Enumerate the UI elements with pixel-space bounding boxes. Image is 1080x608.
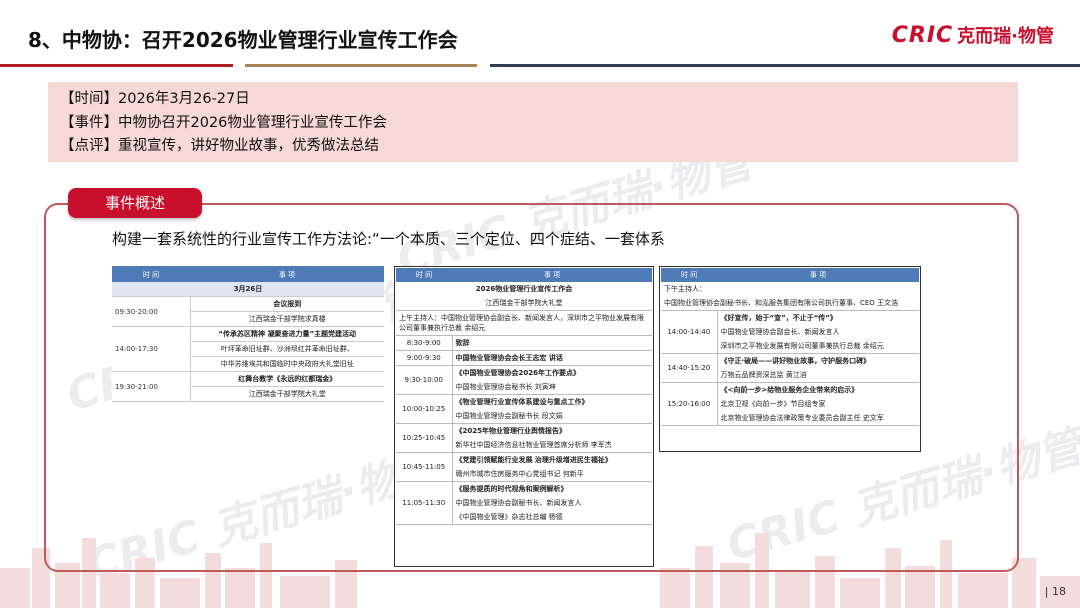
row-sub: 新华社中国经济信息社物业管理首席分析师 李军杰 (452, 438, 652, 453)
row-sub: 深圳市之平物业发展有限公司董事兼执行总裁 余绍元 (717, 339, 919, 354)
row-time: 14:00-17:30 (112, 326, 191, 372)
row-sub: 北京卫视《向前一步》节目组专家 (720, 400, 826, 408)
row-sub: 中国物业管理协会副秘书长、新闻发言人 (455, 499, 582, 507)
row-time: 14:00-14:40 (661, 310, 718, 354)
schedule-table-day1: 时 间 事 项 3月26日 09:30-20:00 会议报到 江西瑞金干部学院求… (112, 266, 384, 402)
col-time-header: 时 间 (396, 268, 452, 282)
row-time: 9:30-10:00 (396, 365, 453, 395)
date-row: 3月26日 (112, 282, 384, 297)
schedule-table-conference-morning: 时 间 事 项 2026物业管理行业宣传工作会 江西瑞金干部学院大礼堂 上午主持… (396, 268, 652, 525)
row-sub: 中国物业管理协会副会长、新闻发言人 (720, 328, 840, 336)
cric-logo: CRIC 克而瑞·物管 (892, 22, 1054, 48)
summary-time: 【时间】2026年3月26-27日 (60, 91, 250, 107)
table-row: 15:20-16:00 《<向前一步>给物业服务企业带来的启示》 (661, 382, 919, 426)
row-title: 《好宣传，始于“宣”，不止于“传”》 (720, 314, 837, 322)
row-time: 9:00-9:30 (396, 350, 453, 366)
conference-venue: 江西瑞金干部学院大礼堂 (396, 296, 652, 311)
row-time: 09:30-20:00 (112, 296, 191, 327)
summary-comment: 【点评】重视宣传，讲好物业故事，优秀做法总结 (60, 138, 379, 154)
col-time-header: 时 间 (112, 267, 190, 282)
schedule-table-conference-afternoon: 时 间 事 项 下午主持人： 中国物业管理协会副秘书长、和泓服务集团有限公司执行… (661, 268, 919, 426)
row-title: 红舞台教学《永远的红都瑞金》 (190, 371, 384, 387)
row-time: 10:00-10:25 (396, 394, 453, 424)
summary-box: 【时间】2026年3月26-27日 【事件】中物协召开2026物业管理行业宣传工… (48, 82, 1018, 162)
afternoon-host: 中国物业管理协会副秘书长、和泓服务集团有限公司执行董事、CEO 王文浩 (661, 296, 919, 311)
row-time: 19:30-21:00 (112, 371, 191, 402)
row-sub: 中国物业管理协会秘书长 刘寅坤 (452, 380, 652, 395)
row-title: 《中国物业管理协会2026年工作要点》 (455, 369, 580, 377)
section-tab-event-overview: 事件概述 (68, 188, 202, 218)
row-title: 《<向前一步>给物业服务企业带来的启示》 (720, 386, 859, 394)
divider-red (0, 64, 233, 67)
afternoon-host-label: 下午主持人： (664, 285, 706, 293)
table-row: 10:45-11:05 《党建引领赋能行业发展 治理升级增进民生福祉》 (396, 452, 652, 482)
row-sub: 江西瑞金干部学院大礼堂 (190, 386, 384, 402)
section-intro: 构建一套系统性的行业宣传工作方法论:“一个本质、三个定位、四个症结、一套体系 (112, 230, 665, 248)
row-time: 14:40-15:20 (661, 353, 718, 383)
row-sub: 叶坪革命旧址群、沙洲坝红井革命旧址群、 (190, 341, 384, 357)
table-row: 10:25-10:45 《2025年物业管理行业舆情报告》 (396, 423, 652, 453)
col-item-header: 事 项 (190, 267, 384, 282)
row-title: 致辞 (452, 335, 652, 351)
row-title: 《物业管理行业宣传体系建设与重点工作》 (455, 398, 589, 406)
table-row: 10:00-10:25 《物业管理行业宣传体系建设与重点工作》 (396, 394, 652, 424)
summary-event: 【事件】中物协召开2026物业管理行业宣传工作会 (60, 114, 387, 131)
logo-latin: CRIC (891, 22, 954, 48)
table-row: 8:30-9:00 致辞 (396, 335, 652, 351)
row-sub: 《中国物业管理》杂志社总编 杨德 (452, 510, 652, 525)
row-title: 《党建引领赋能行业发展 治理升级增进民生福祉》 (455, 456, 612, 464)
col-time-header: 时 间 (661, 268, 717, 282)
row-title: “传承苏区精神 凝聚奋进力量”主题党建活动 (190, 326, 384, 342)
table-row: 14:40-15:20 《守正·破局——讲好物业故事，守护服务口碑》 (661, 353, 919, 383)
row-sub: 北京物业管理协会法律政策专业委员会副主任 史文军 (717, 411, 919, 426)
table-row: 09:30-20:00 会议报到 (112, 296, 384, 327)
col-item-header: 事 项 (717, 268, 919, 282)
page-number: | 18 (1044, 585, 1066, 598)
row-title: 中国物业管理协会会长王志宏 讲话 (452, 350, 652, 366)
morning-host: 上午主持人：中国物业管理协会副会长、新闻发言人，深圳市之平物业发展有限公司董事兼… (396, 310, 652, 336)
row-time: 15:20-16:00 (661, 382, 718, 426)
table-row: 9:30-10:00 《中国物业管理协会2026年工作要点》 (396, 365, 652, 395)
col-item-header: 事 项 (452, 268, 652, 282)
table-row: 9:00-9:30 中国物业管理协会会长王志宏 讲话 (396, 350, 652, 366)
row-sub: 中国物业管理协会副秘书长 段文娟 (452, 409, 652, 424)
row-sub: 江西瑞金干部学院求真楼 (190, 311, 384, 327)
divider-gold (245, 64, 477, 67)
conference-title: 2026物业管理行业宣传工作会 (475, 285, 573, 293)
row-time: 11:05-11:30 (396, 481, 453, 525)
table-row: 14:00-14:40 《好宣传，始于“宣”，不止于“传”》 (661, 310, 919, 354)
logo-cn: 克而瑞·物管 (957, 26, 1054, 47)
row-sub: 赣州市城市住房服务中心党组书记 何新平 (452, 467, 652, 482)
row-time: 10:25-10:45 (396, 423, 453, 453)
table-row: 14:00-17:30 “传承苏区精神 凝聚奋进力量”主题党建活动 (112, 326, 384, 372)
row-title: 会议报到 (190, 296, 384, 312)
divider-navy (490, 64, 1080, 67)
row-sub: 万物云品牌资深总监 黄江涪 (717, 368, 919, 383)
table-row: 19:30-21:00 红舞台教学《永远的红都瑞金》 (112, 371, 384, 402)
row-time: 8:30-9:00 (396, 335, 453, 351)
row-title: 《2025年物业管理行业舆情报告》 (455, 427, 566, 435)
row-sub: 中华苏维埃共和国临时中央政府大礼堂旧址 (190, 356, 384, 372)
row-title: 《守正·破局——讲好物业故事，守护服务口碑》 (720, 357, 871, 365)
row-time: 10:45-11:05 (396, 452, 453, 482)
row-title: 《服务提质的时代视角和案例解析》 (455, 485, 568, 493)
page-title: 8、中物协：召开2026物业管理行业宣传工作会 (28, 28, 458, 52)
table-row: 11:05-11:30 《服务提质的时代视角和案例解析》 (396, 481, 652, 525)
